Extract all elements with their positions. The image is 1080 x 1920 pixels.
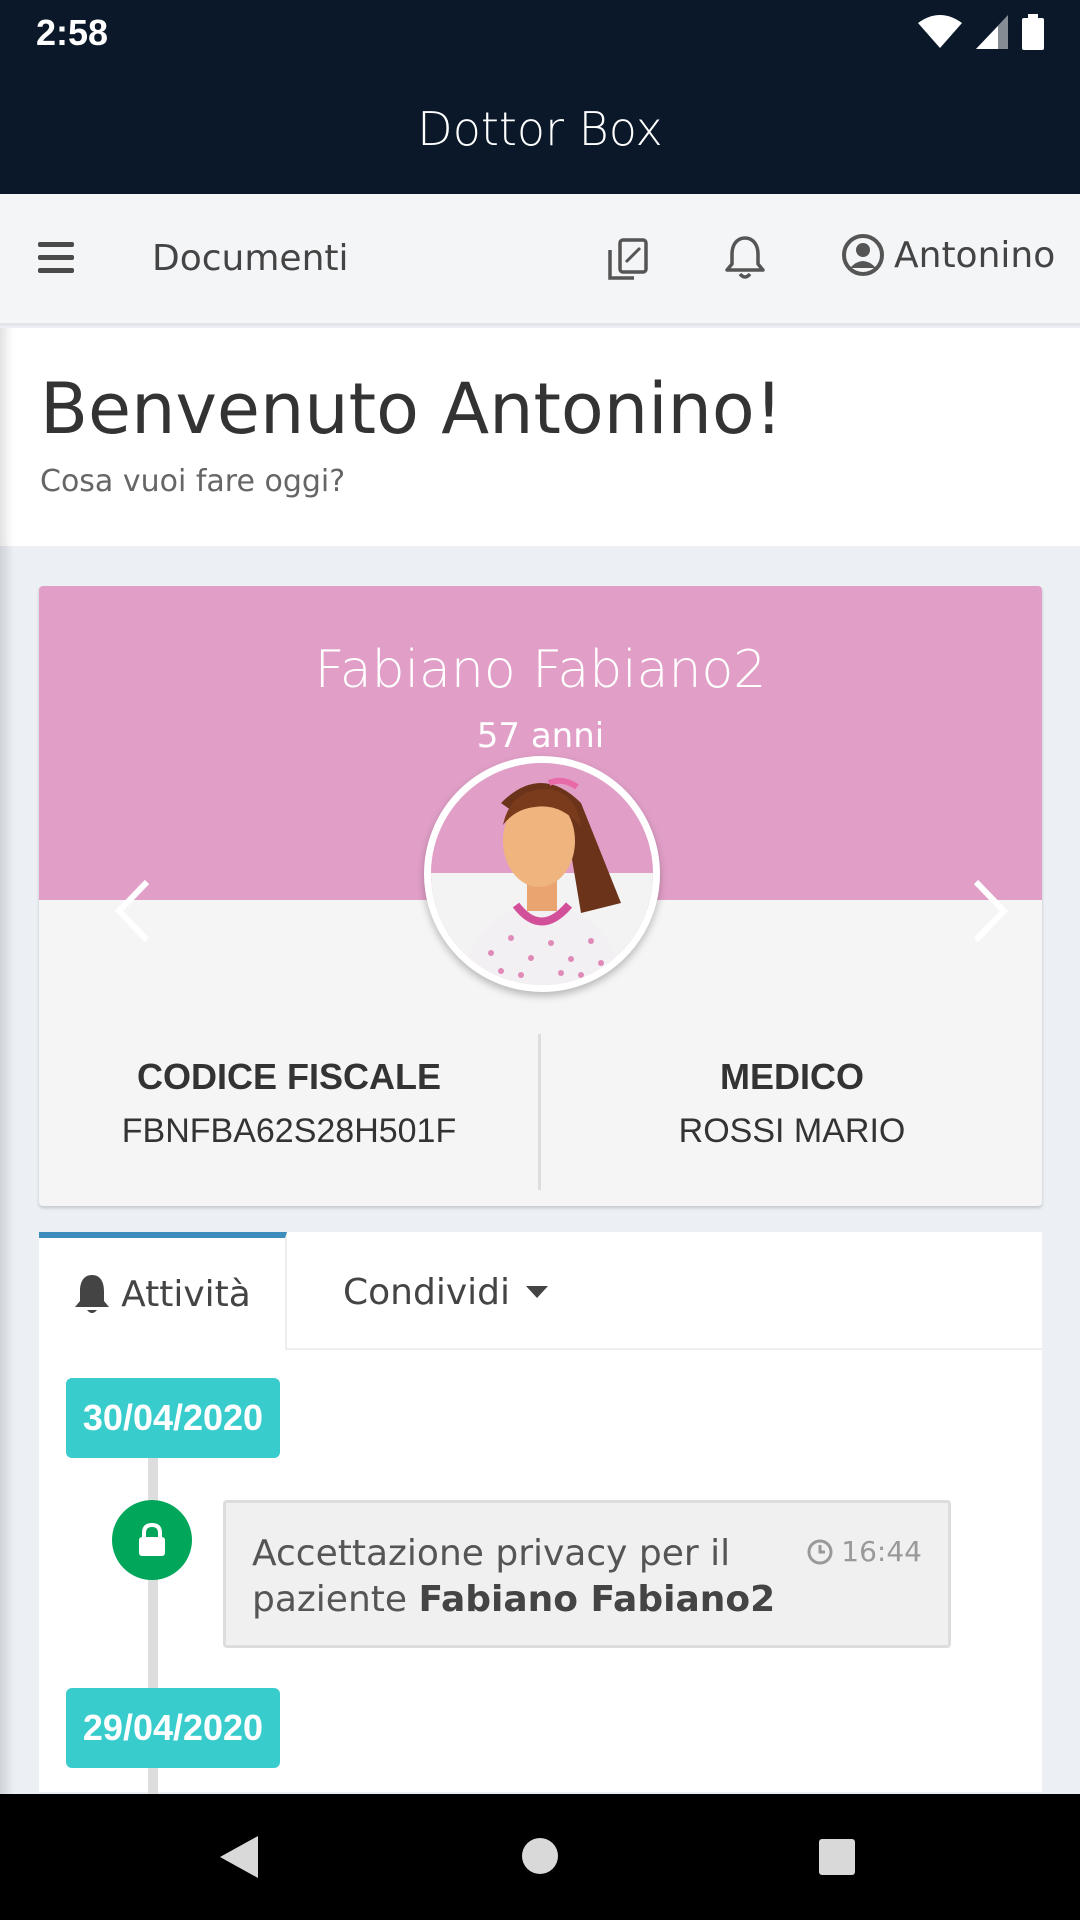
sidebar-shadow [0,546,14,1796]
tab-condividi[interactable]: Condividi [343,1272,548,1313]
codice-fiscale-label: CODICE FISCALE [136,1056,441,1097]
welcome-header: Benvenuto Antonino! Cosa vuoi fare oggi? [0,328,1080,546]
copy-documents-icon[interactable] [606,236,650,286]
timeline-item-patient-name: Fabiano Fabiano2 [418,1579,776,1620]
tab-attivita[interactable]: Attività [39,1232,287,1350]
codice-fiscale-block: CODICE FISCALE FBNFBA62S28H501F [39,1056,539,1151]
hamburger-menu-icon[interactable] [38,242,74,276]
info-divider [538,1034,541,1190]
clock-icon [807,1539,833,1564]
codice-fiscale-value: FBNFBA62S28H501F [121,1112,457,1150]
status-icons [918,14,1044,50]
patient-avatar [424,756,660,992]
wifi-icon [918,15,962,48]
lock-icon [112,1500,192,1580]
chevron-right-icon[interactable] [964,876,1014,946]
patient-name: Fabiano Fabiano2 [314,640,767,700]
timeline-item-text: Accettazione privacy per il paziente Fab… [252,1531,792,1623]
app-title-bar: Dottor Box [0,64,1080,194]
bell-icon [75,1275,110,1313]
chevron-left-icon[interactable] [109,876,159,946]
patient-card: Fabiano Fabiano2 57 anni CODICE FISCALE … [39,586,1042,1206]
user-name: Antonino [894,234,1056,276]
status-time: 2:58 [36,12,109,53]
user-menu[interactable]: Antonino [842,234,1055,276]
medico-label: MEDICO [720,1056,864,1097]
app-title: Dottor Box [417,102,663,156]
top-navbar: Documenti Antonino [0,194,1080,326]
cellular-signal-icon [976,15,1008,49]
recents-icon[interactable] [818,1838,856,1880]
battery-icon [1022,14,1044,50]
caret-down-icon [526,1285,548,1298]
tab-attivita-label: Attività [121,1273,251,1315]
activity-box: Attività Condividi 30/04/2020 Accettazio… [39,1232,1042,1798]
user-circle-icon [842,234,884,276]
android-nav-bar [0,1794,1080,1920]
tab-underline [287,1348,1042,1350]
back-icon[interactable] [218,1834,260,1884]
timeline-item[interactable]: Accettazione privacy per il paziente Fab… [223,1500,951,1648]
welcome-subtitle: Cosa vuoi fare oggi? [40,464,346,499]
timeline-date: 30/04/2020 [66,1378,280,1458]
status-bar: 2:58 [0,0,1080,64]
timeline-item-time: 16:44 [807,1535,922,1568]
timeline-item-time-text: 16:44 [841,1535,922,1568]
timeline-date: 29/04/2020 [66,1688,280,1768]
medico-value: ROSSI MARIO [678,1112,906,1150]
welcome-title: Benvenuto Antonino! [40,368,783,450]
documents-link[interactable]: Documenti [152,238,349,279]
patient-age: 57 anni [476,716,605,756]
home-icon[interactable] [520,1836,560,1880]
tab-condividi-label: Condividi [343,1272,510,1313]
bell-icon[interactable] [724,234,766,284]
medico-block: MEDICO ROSSI MARIO [542,1056,1042,1151]
